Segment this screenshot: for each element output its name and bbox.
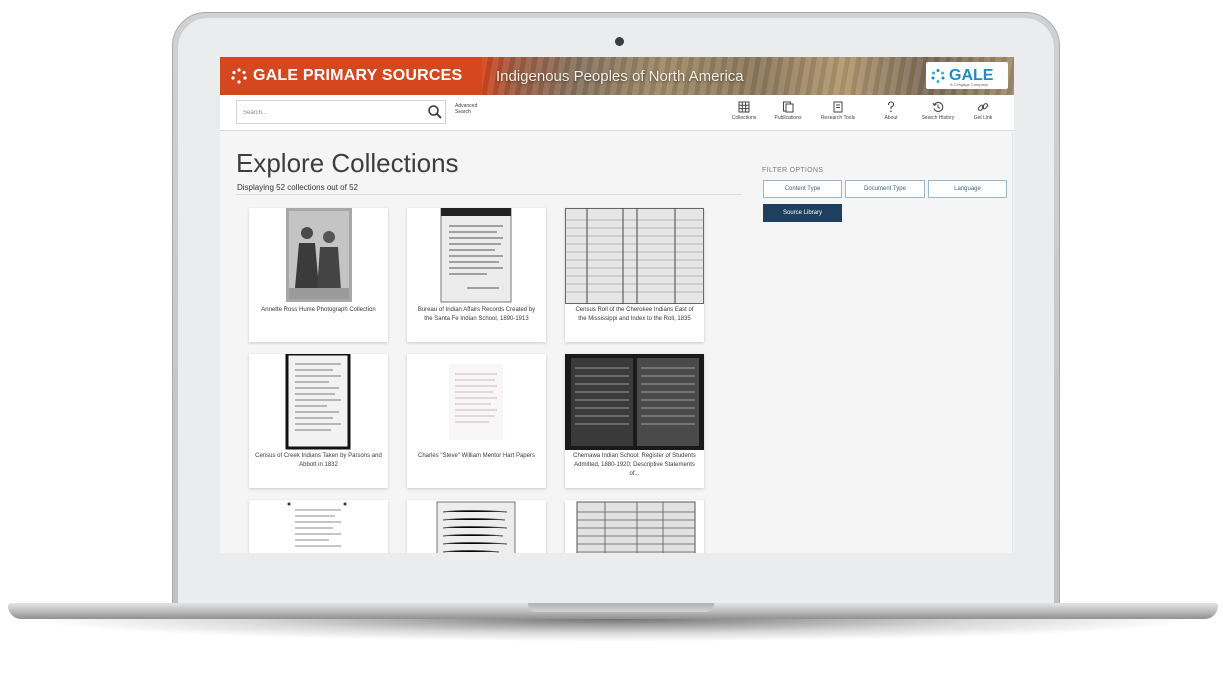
search-box[interactable] [236, 100, 446, 124]
collection-card[interactable]: Census of Creek Indians Taken by Parsons… [249, 354, 388, 488]
gale-logo-icon [931, 68, 945, 83]
collection-thumbnail [407, 354, 546, 450]
filter-options-label: FILTER OPTIONS [762, 167, 824, 174]
toolbar-search-history[interactable]: Search History [915, 101, 961, 121]
title-divider [236, 194, 741, 195]
collection-thumbnail [565, 208, 704, 304]
search-input[interactable] [237, 102, 421, 124]
collection-thumbnail [249, 500, 388, 553]
toolbar-about-label: About [884, 115, 898, 121]
publications-icon [783, 101, 794, 113]
collection-caption: Charles "Steve" William Mentor Hart Pape… [418, 453, 535, 459]
collection-card[interactable]: Annette Ross Hume Photograph Collection [249, 208, 388, 342]
toolbar-get-link-label: Get Link [973, 115, 993, 121]
research-tools-icon [833, 101, 843, 113]
advanced-search-link[interactable]: Advanced Search [455, 103, 489, 115]
webcam [615, 37, 624, 46]
brand-home-link[interactable]: GALE PRIMARY SOURCES [220, 57, 482, 95]
toolbar-research-tools-label: Research Tools [820, 115, 856, 121]
toolbar: Advanced Search Collections Publications… [220, 95, 1014, 131]
toolbar-about[interactable]: About [868, 101, 914, 121]
collection-card[interactable] [249, 500, 388, 553]
collection-title: Indigenous Peoples of North America [496, 67, 744, 85]
collection-caption: Census Roll of the Cherokee Indians East… [575, 307, 694, 322]
filter-content-type[interactable]: Content Type [763, 180, 842, 198]
collection-thumbnail [565, 354, 704, 450]
collection-card[interactable]: Census Roll of the Cherokee Indians East… [565, 208, 704, 342]
gale-logo[interactable]: GALE A Cengage Company [926, 62, 1008, 89]
collection-card[interactable]: Chemawa Indian School: Register of Stude… [565, 354, 704, 488]
collections-icon [738, 101, 750, 113]
about-icon [887, 101, 895, 113]
results-count: Displaying 52 collections out of 52 [237, 183, 358, 192]
collection-caption: Annette Ross Hume Photograph Collection [261, 307, 376, 313]
collection-thumbnail [249, 354, 388, 450]
gale-logo-subtext: A Cengage Company [950, 82, 989, 87]
collection-thumbnail [407, 208, 546, 304]
collection-thumbnail [565, 500, 704, 553]
collection-caption: Census of Creek Indians Taken by Parsons… [255, 453, 382, 468]
page-title: Explore Collections [236, 148, 459, 178]
toolbar-get-link[interactable]: Get Link [960, 101, 1006, 121]
toolbar-publications-label: Publications [774, 115, 802, 121]
toolbar-research-tools[interactable]: Research Tools [815, 101, 861, 121]
collection-card[interactable]: Bureau of Indian Affairs Records Created… [407, 208, 546, 342]
collection-caption: Chemawa Indian School: Register of Stude… [573, 453, 696, 477]
collection-card[interactable]: Charles "Steve" William Mentor Hart Pape… [407, 354, 546, 488]
laptop-base-notch [528, 603, 714, 612]
collection-thumbnail [249, 208, 388, 304]
filter-language[interactable]: Language [928, 180, 1007, 198]
site-banner: GALE PRIMARY SOURCES Indigenous Peoples … [220, 57, 1014, 95]
gale-mark-icon [231, 68, 247, 84]
toolbar-collections[interactable]: Collections [721, 101, 767, 121]
collection-card[interactable] [407, 500, 546, 553]
toolbar-collections-label: Collections [731, 115, 757, 121]
filter-source-library[interactable]: Source Library [763, 204, 842, 222]
laptop-shadow [40, 619, 1190, 641]
search-icon[interactable] [427, 104, 443, 120]
get-link-icon [977, 103, 989, 111]
search-history-icon [932, 101, 944, 113]
filter-document-type[interactable]: Document Type [845, 180, 925, 198]
brand-title: GALE PRIMARY SOURCES [253, 67, 463, 84]
collection-thumbnail [407, 500, 546, 553]
toolbar-publications[interactable]: Publications [765, 101, 811, 121]
browser-screen: GALE PRIMARY SOURCES Indigenous Peoples … [220, 57, 1014, 553]
toolbar-search-history-label: Search History [921, 115, 955, 121]
main-panel: Explore Collections Displaying 52 collec… [220, 132, 1014, 553]
collection-card[interactable] [565, 500, 704, 553]
right-edge-divider [1012, 132, 1013, 553]
collection-caption: Bureau of Indian Affairs Records Created… [417, 307, 536, 322]
collection-banner: Indigenous Peoples of North America GALE… [482, 57, 1014, 95]
